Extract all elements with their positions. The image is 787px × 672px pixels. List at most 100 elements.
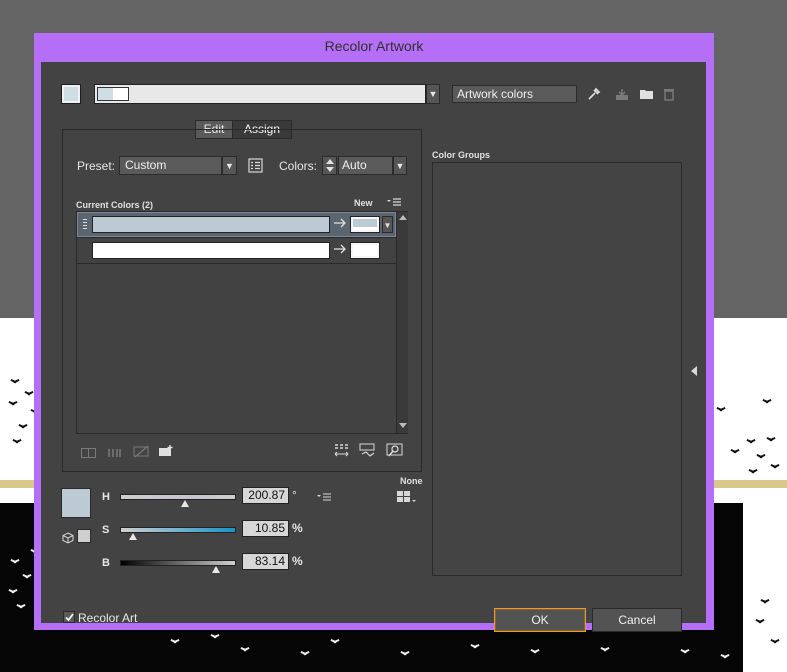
bird-shape	[730, 450, 740, 456]
s-label: S	[102, 524, 110, 536]
color-mode-menu-icon[interactable]	[316, 491, 334, 501]
colors-select[interactable]: Auto	[338, 156, 393, 175]
bird-shape	[470, 645, 480, 651]
artboard-right	[743, 318, 787, 672]
colors-label: Colors:	[279, 159, 318, 173]
dialog-body: ▼ Artwork colors Edit Assign Preset: Cus…	[41, 62, 706, 632]
color-row[interactable]: ▼	[77, 212, 396, 238]
scroll-down-icon[interactable]	[399, 423, 407, 428]
bird-shape	[530, 650, 540, 656]
bird-shape	[16, 605, 26, 611]
bird-shape	[762, 400, 772, 406]
current-color-preview[interactable]	[61, 488, 91, 518]
color-group-strip[interactable]	[94, 84, 426, 104]
s-value-input[interactable]: 10.85	[242, 520, 289, 537]
bird-shape	[18, 425, 28, 431]
color-library-grid-icon[interactable]	[396, 490, 418, 504]
b-value-input[interactable]: 83.14	[242, 553, 289, 570]
color-row[interactable]	[77, 238, 396, 264]
save-group-icon[interactable]	[615, 88, 631, 102]
preset-select[interactable]: Custom	[119, 156, 222, 175]
colors-list-scrollbar[interactable]	[396, 212, 408, 433]
bird-shape	[24, 392, 34, 398]
bird-shape	[755, 620, 765, 626]
bird-shape	[746, 440, 756, 446]
none-label: None	[400, 476, 423, 486]
h-value-input[interactable]: 200.87	[242, 487, 289, 504]
bird-shape	[10, 560, 20, 566]
new-color-swatch[interactable]	[350, 242, 380, 259]
bird-shape	[12, 440, 22, 446]
new-color-dropdown[interactable]: ▼	[382, 216, 393, 233]
bird-shape	[720, 655, 730, 661]
bird-shape	[8, 402, 18, 408]
cancel-button[interactable]: Cancel	[592, 608, 682, 632]
bird-shape	[748, 470, 758, 476]
color-groups-list[interactable]	[432, 162, 682, 576]
stepper-up-icon[interactable]	[326, 159, 334, 164]
bird-shape	[8, 590, 18, 596]
s-slider-thumb[interactable]	[128, 533, 137, 540]
merge-colors-icon[interactable]	[81, 447, 97, 459]
color-group-name-input[interactable]: Artwork colors	[452, 85, 577, 103]
h-slider-thumb[interactable]	[180, 500, 189, 507]
color-strip-swatches	[97, 87, 129, 101]
colors-stepper[interactable]	[322, 156, 337, 175]
in-gamut-swatch[interactable]	[77, 529, 91, 543]
h-label: H	[102, 491, 110, 503]
row-drag-handle[interactable]	[83, 219, 87, 231]
bird-shape	[770, 465, 780, 471]
exclude-colors-icon[interactable]	[133, 445, 151, 459]
randomly-change-saturation-icon[interactable]	[359, 443, 377, 459]
find-color-in-artwork-icon[interactable]	[386, 443, 404, 459]
color-strip-dropdown[interactable]: ▼	[426, 84, 440, 104]
bird-shape	[10, 380, 20, 386]
out-of-gamut-cube-icon[interactable]	[62, 532, 75, 545]
bird-shape	[240, 648, 250, 654]
ok-button[interactable]: OK	[494, 608, 586, 632]
stepper-down-icon[interactable]	[326, 167, 334, 172]
b-unit: %	[292, 554, 303, 568]
bird-shape	[600, 648, 610, 654]
b-label: B	[102, 557, 110, 569]
new-row-icon[interactable]	[158, 444, 176, 458]
bird-shape	[756, 455, 766, 461]
separate-colors-icon[interactable]	[107, 447, 123, 459]
preset-dropdown-arrow[interactable]: ▼	[222, 156, 237, 175]
bird-shape	[770, 640, 780, 646]
h-slider-track[interactable]	[120, 494, 236, 500]
bird-shape	[766, 438, 776, 444]
current-color-bar[interactable]	[92, 242, 330, 259]
folder-icon[interactable]	[639, 88, 655, 102]
preset-label: Preset:	[77, 159, 116, 173]
recolor-art-checkbox[interactable]	[63, 611, 75, 623]
scroll-up-icon[interactable]	[399, 215, 407, 220]
randomly-change-order-icon[interactable]	[333, 443, 351, 459]
arrow-right-icon[interactable]	[333, 243, 347, 257]
list-options-menu-icon[interactable]	[386, 197, 404, 209]
colors-dropdown-arrow[interactable]: ▼	[393, 156, 407, 175]
current-colors-header: Current Colors (2)	[76, 200, 154, 210]
recolor-art-label: Recolor Art	[78, 611, 138, 625]
color-reduction-options-icon[interactable]	[248, 158, 264, 174]
new-color-swatch[interactable]	[350, 216, 380, 233]
color-groups-label: Color Groups	[432, 150, 490, 160]
eyedropper-icon[interactable]	[586, 87, 602, 103]
color-strip-swatch-1	[98, 88, 113, 100]
bird-shape	[170, 640, 180, 646]
current-colors-list: ▼	[76, 211, 408, 434]
current-color-bar[interactable]	[92, 216, 330, 233]
bird-shape	[22, 575, 32, 581]
s-unit: %	[292, 521, 303, 535]
trash-icon[interactable]	[663, 88, 679, 102]
bird-shape	[760, 600, 770, 606]
arrow-right-icon[interactable]	[333, 217, 347, 231]
s-slider-track[interactable]	[120, 527, 236, 533]
bird-shape	[716, 408, 726, 414]
b-slider-thumb[interactable]	[212, 566, 221, 573]
collapse-color-groups-icon[interactable]	[691, 366, 697, 376]
selected-color-swatch[interactable]	[61, 84, 81, 104]
new-colors-header: New	[354, 198, 373, 208]
bird-shape	[210, 635, 220, 641]
bird-shape	[680, 650, 690, 656]
